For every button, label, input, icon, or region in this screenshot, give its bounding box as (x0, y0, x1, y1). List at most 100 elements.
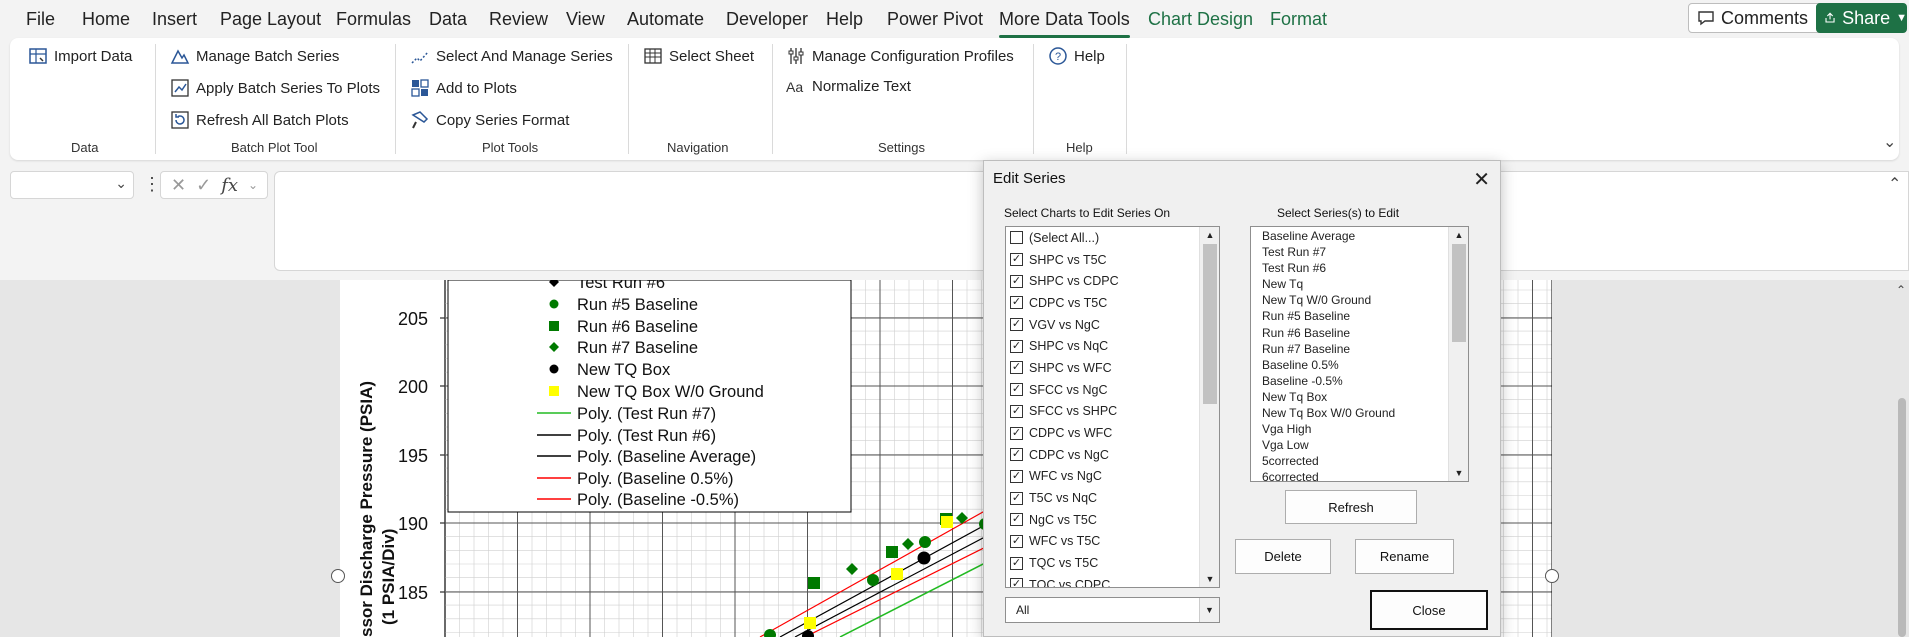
chart-list-item[interactable]: ✓ SFCC vs NgC (1006, 379, 1219, 401)
menu-tab-page-layout[interactable]: Page Layout (220, 9, 321, 30)
series-list-item[interactable]: 5corrected (1251, 453, 1468, 469)
resize-handle-left[interactable] (331, 569, 345, 583)
series-list-item[interactable]: Test Run #6 (1251, 260, 1468, 276)
import-data-button[interactable]: Import Data (28, 46, 132, 66)
scroll-up-icon[interactable]: ▲ (1200, 227, 1219, 243)
menu-tab-home[interactable]: Home (82, 9, 130, 30)
series-list-item[interactable]: Vga High (1251, 421, 1468, 437)
menu-tab-data[interactable]: Data (429, 9, 467, 30)
chart-filter-combo[interactable]: All ▼ (1005, 597, 1220, 623)
chevron-up-icon[interactable]: ⌃ (1888, 174, 1901, 194)
refresh-button[interactable]: Refresh (1285, 490, 1417, 524)
series-list-item[interactable]: Run #6 Baseline (1251, 325, 1468, 341)
menu-tab-chart-design[interactable]: Chart Design (1148, 9, 1253, 30)
series-listbox[interactable]: Baseline Average Test Run #7 Test Run #6 Ne… (1250, 226, 1469, 482)
help-button[interactable]: ? Help (1048, 46, 1105, 66)
select-and-manage-button[interactable]: Select And Manage Series (410, 46, 613, 66)
series-scrollbar[interactable]: ▲ ▼ (1448, 227, 1468, 481)
scroll-up-icon[interactable]: ⌃ (1896, 283, 1906, 297)
delete-button[interactable]: Delete (1235, 539, 1331, 574)
enter-icon[interactable]: ✓ (196, 175, 211, 196)
series-list-item[interactable]: Run #7 Baseline (1251, 341, 1468, 357)
rename-button[interactable]: Rename (1355, 539, 1454, 574)
chart-list-item[interactable]: ✓ TQC vs CDPC (1006, 574, 1219, 587)
series-list-item[interactable]: New Tq Box W/0 Ground (1251, 405, 1468, 421)
ribbon-collapse-icon[interactable]: ⌄ (1883, 132, 1896, 152)
manage-config-button[interactable]: Manage Configuration Profiles (786, 46, 1014, 66)
menu-tab-view[interactable]: View (566, 9, 605, 30)
checkbox-unchecked-icon[interactable] (1010, 231, 1023, 245)
scroll-down-icon[interactable]: ▼ (1449, 465, 1468, 481)
chevron-down-icon[interactable]: ▼ (1896, 12, 1907, 24)
checkbox-checked-icon[interactable]: ✓ (1010, 253, 1023, 267)
checkbox-checked-icon[interactable]: ✓ (1010, 296, 1023, 310)
refresh-all-batch-button[interactable]: Refresh All Batch Plots (170, 110, 349, 130)
chart-list-item[interactable]: ✓ T5C vs NqC (1006, 487, 1219, 509)
menu-tab-developer[interactable]: Developer (726, 9, 808, 30)
select-sheet-button[interactable]: Select Sheet (643, 46, 754, 66)
scroll-down-icon[interactable]: ▼ (1200, 571, 1219, 587)
scrollbar-thumb[interactable] (1203, 244, 1217, 404)
chart-list-item[interactable]: ✓ SFCC vs SHPC (1006, 401, 1219, 423)
chart-list-item[interactable]: ✓ WFC vs T5C (1006, 531, 1219, 553)
checkbox-checked-icon[interactable]: ✓ (1010, 556, 1023, 570)
chart-list-item[interactable]: ✓ NgC vs T5C (1006, 509, 1219, 531)
close-icon[interactable]: ✕ (1473, 167, 1490, 192)
apply-batch-series-button[interactable]: Apply Batch Series To Plots (170, 78, 380, 98)
cancel-icon[interactable]: ✕ (171, 175, 186, 196)
chart-list-item[interactable]: ✓ SHPC vs NqC (1006, 335, 1219, 357)
checkbox-checked-icon[interactable]: ✓ (1010, 426, 1023, 440)
checkbox-checked-icon[interactable]: ✓ (1010, 361, 1023, 375)
series-list-item[interactable]: Baseline 0.5% (1251, 357, 1468, 373)
vertical-scrollbar-thumb[interactable] (1898, 398, 1906, 637)
menu-tab-formulas[interactable]: Formulas (336, 9, 411, 30)
normalize-text-button[interactable]: Aa Normalize Text (786, 78, 911, 95)
checkbox-checked-icon[interactable]: ✓ (1010, 274, 1023, 288)
checkbox-checked-icon[interactable]: ✓ (1010, 404, 1023, 418)
menu-tab-insert[interactable]: Insert (152, 9, 197, 30)
menu-tab-review[interactable]: Review (489, 9, 548, 30)
checkbox-checked-icon[interactable]: ✓ (1010, 339, 1023, 353)
chart-list-item[interactable]: ✓ WFC vs NgC (1006, 466, 1219, 488)
checkbox-checked-icon[interactable]: ✓ (1010, 318, 1023, 332)
menu-tab-automate[interactable]: Automate (627, 9, 704, 30)
series-list-item[interactable]: Baseline Average (1251, 228, 1468, 244)
series-list-item[interactable]: Baseline -0.5% (1251, 373, 1468, 389)
series-list-item[interactable]: Vga Low (1251, 437, 1468, 453)
chart-list-item[interactable]: ✓ SHPC vs WFC (1006, 357, 1219, 379)
scroll-up-icon[interactable]: ▲ (1449, 227, 1468, 243)
checkbox-checked-icon[interactable]: ✓ (1010, 578, 1023, 587)
menu-tab-format[interactable]: Format (1270, 9, 1327, 30)
menu-tab-more-data-tools[interactable]: More Data Tools (999, 9, 1130, 38)
series-list-item[interactable]: New Tq Box (1251, 389, 1468, 405)
manage-batch-series-button[interactable]: Manage Batch Series (170, 46, 339, 66)
close-button[interactable]: Close (1370, 590, 1488, 630)
menu-tab-power-pivot[interactable]: Power Pivot (887, 9, 983, 30)
scrollbar-thumb[interactable] (1452, 244, 1466, 342)
menu-tab-file[interactable]: File (26, 9, 55, 30)
checkbox-checked-icon[interactable]: ✓ (1010, 448, 1023, 462)
copy-series-format-button[interactable]: Copy Series Format (410, 110, 569, 130)
more-options-icon[interactable]: ⋮ (143, 174, 161, 195)
series-list-item[interactable]: New Tq (1251, 276, 1468, 292)
checkbox-checked-icon[interactable]: ✓ (1010, 469, 1023, 483)
checkbox-checked-icon[interactable]: ✓ (1010, 491, 1023, 505)
charts-listbox[interactable]: (Select All...) ✓ SHPC vs T5C ✓ SHPC vs CDPC… (1005, 226, 1220, 588)
chart-list-item[interactable]: ✓ CDPC vs WFC (1006, 422, 1219, 444)
checkbox-checked-icon[interactable]: ✓ (1010, 383, 1023, 397)
chart-list-item[interactable]: ✓ TQC vs T5C (1006, 552, 1219, 574)
chart-list-item[interactable]: ✓ CDPC vs NgC (1006, 444, 1219, 466)
insert-function-icon[interactable]: fx (221, 175, 238, 196)
series-list-item[interactable]: Run #5 Baseline (1251, 308, 1468, 324)
charts-scrollbar[interactable]: ▲ ▼ (1199, 227, 1219, 587)
series-list-item[interactable]: 6corrected (1251, 469, 1468, 481)
menu-tab-help[interactable]: Help (826, 9, 863, 30)
checkbox-checked-icon[interactable]: ✓ (1010, 534, 1023, 548)
checkbox-checked-icon[interactable]: ✓ (1010, 513, 1023, 527)
resize-handle-right[interactable] (1545, 569, 1559, 583)
chart-list-item[interactable]: ✓ SHPC vs T5C (1006, 249, 1219, 271)
chevron-down-icon[interactable]: ⌄ (248, 178, 258, 192)
series-list-item[interactable]: Test Run #7 (1251, 244, 1468, 260)
chart-list-item[interactable]: ✓ CDPC vs T5C (1006, 292, 1219, 314)
chart-list-item[interactable]: ✓ VGV vs NgC (1006, 314, 1219, 336)
